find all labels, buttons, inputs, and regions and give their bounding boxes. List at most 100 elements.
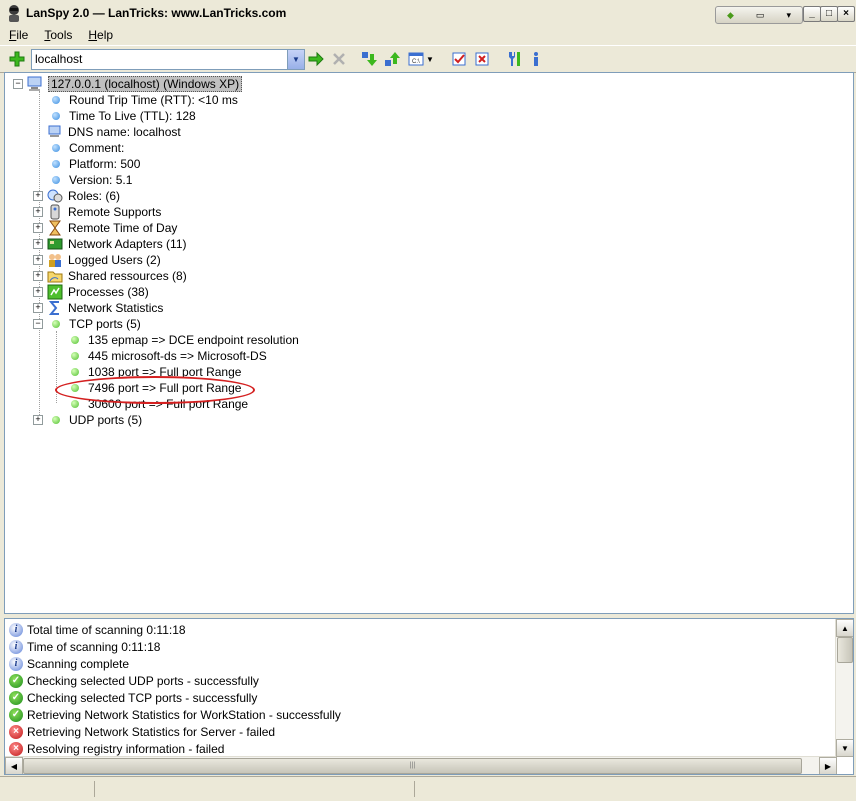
- import-icon[interactable]: [360, 50, 378, 68]
- svg-text:C:\: C:\: [412, 59, 420, 65]
- tcp-port-item[interactable]: 1038 port => Full port Range: [71, 364, 241, 380]
- scroll-thumb[interactable]: |||: [23, 758, 802, 774]
- tree-group-shared-resources[interactable]: Shared ressources (8): [47, 268, 187, 284]
- success-check-icon: ✓: [9, 690, 23, 705]
- status-dot-icon: [52, 320, 60, 328]
- export-icon[interactable]: [383, 50, 401, 68]
- tcp-port-item[interactable]: 30600 port => Full port Range: [71, 396, 248, 412]
- log-entry: ✓ Checking selected UDP ports - successfu…: [9, 672, 259, 689]
- maximize-button[interactable]: □: [820, 6, 838, 22]
- tree-group-network-adapters[interactable]: Network Adapters (11): [47, 236, 187, 252]
- tree-group-time-of-day[interactable]: Remote Time of Day: [47, 220, 177, 236]
- address-combo[interactable]: localhost ▼: [31, 49, 305, 70]
- tree-leaf[interactable]: Comment:: [52, 140, 124, 156]
- add-host-icon[interactable]: [8, 50, 26, 68]
- close-button[interactable]: ×: [837, 6, 855, 22]
- stop-icon[interactable]: [330, 50, 348, 68]
- tree-group-tcp-ports[interactable]: TCP ports (5): [52, 316, 141, 332]
- menu-tools[interactable]: Tools: [35, 28, 79, 42]
- remote-icon: [47, 204, 63, 220]
- tools-icon[interactable]: [505, 50, 523, 68]
- root-collapse-icon[interactable]: −: [13, 79, 23, 89]
- host-tree[interactable]: − 127.0.0.1 (localhost) (Windows XP) Rou…: [4, 72, 854, 614]
- tree-leaf[interactable]: DNS name: localhost: [47, 124, 181, 140]
- success-check-icon: ✓: [9, 707, 23, 722]
- scroll-up-icon[interactable]: ▲: [836, 619, 853, 637]
- toolbar: localhost ▼ C:\ ▼: [0, 45, 856, 73]
- tree-group-logged-users[interactable]: Logged Users (2): [47, 252, 161, 268]
- tree-group-remote-supports[interactable]: Remote Supports: [47, 204, 161, 220]
- deselect-all-icon[interactable]: [473, 50, 491, 68]
- tree-leaf[interactable]: Time To Live (TTL): 128: [52, 108, 196, 124]
- status-dot-icon: [71, 352, 79, 360]
- scroll-right-icon[interactable]: ▶: [819, 757, 837, 774]
- tcp-port-item[interactable]: 445 microsoft-ds => Microsoft-DS: [71, 348, 267, 364]
- error-x-icon: ×: [9, 741, 23, 756]
- status-separator: [94, 781, 95, 797]
- info-icon: i: [9, 622, 23, 637]
- expand-icon[interactable]: +: [33, 303, 43, 313]
- titlebar-extra-buttons[interactable]: ◆ ▭ ▾: [715, 6, 803, 24]
- users-icon: [47, 252, 63, 268]
- info-icon: i: [9, 639, 23, 654]
- log-entry: i Total time of scanning 0:11:18: [9, 621, 186, 638]
- options-dropdown-icon[interactable]: ▼: [425, 50, 435, 68]
- tcp-port-item[interactable]: 135 epmap => DCE endpoint resolution: [71, 332, 299, 348]
- status-dot-icon: [52, 160, 60, 168]
- go-icon[interactable]: [307, 50, 325, 68]
- window-title: LanSpy 2.0 — LanTricks: www.LanTricks.co…: [26, 6, 287, 20]
- root-label: 127.0.0.1 (localhost) (Windows XP): [48, 76, 243, 92]
- shared-folder-icon: [47, 268, 63, 284]
- info-icon: i: [9, 656, 23, 671]
- status-dot-icon: [71, 368, 79, 376]
- status-dot-icon: [52, 112, 60, 120]
- log-entry: i Time of scanning 0:11:18: [9, 638, 160, 655]
- address-dropdown-icon[interactable]: ▼: [287, 50, 304, 69]
- window-menu-icon[interactable]: ▾: [786, 10, 791, 21]
- expand-icon[interactable]: +: [33, 239, 43, 249]
- tree-root[interactable]: 127.0.0.1 (localhost) (Windows XP): [27, 76, 243, 92]
- status-dot-icon: [52, 176, 60, 184]
- tree-leaf[interactable]: Round Trip Time (RTT): <10 ms: [52, 92, 238, 108]
- log-vertical-scrollbar[interactable]: ▲ ▼: [835, 619, 853, 757]
- select-all-icon[interactable]: [450, 50, 468, 68]
- expand-icon[interactable]: +: [33, 415, 43, 425]
- scroll-thumb[interactable]: [837, 637, 853, 663]
- minimize-button[interactable]: _: [803, 6, 821, 22]
- collapse-icon[interactable]: −: [33, 319, 43, 329]
- scroll-down-icon[interactable]: ▼: [836, 739, 853, 757]
- expand-icon[interactable]: +: [33, 271, 43, 281]
- log-entry: × Resolving registry information - failed: [9, 740, 224, 757]
- log-entry: × Retrieving Network Statistics for Serve…: [9, 723, 275, 740]
- menu-help[interactable]: Help: [79, 28, 120, 42]
- expand-icon[interactable]: +: [33, 223, 43, 233]
- tree-leaf[interactable]: Platform: 500: [52, 156, 140, 172]
- computer-icon: [47, 124, 63, 140]
- info-icon[interactable]: [527, 50, 545, 68]
- status-separator: [414, 781, 415, 797]
- network-adapter-icon: [47, 236, 63, 252]
- log-panel[interactable]: i Total time of scanning 0:11:18 i Time of…: [4, 618, 854, 775]
- log-entry: i Scanning complete: [9, 655, 129, 672]
- expand-icon[interactable]: +: [33, 287, 43, 297]
- scroll-left-icon[interactable]: ◀: [5, 757, 23, 774]
- tree-group-udp-ports[interactable]: UDP ports (5): [52, 412, 142, 428]
- tcp-port-item[interactable]: 7496 port => Full port Range: [71, 380, 241, 396]
- success-check-icon: ✓: [9, 673, 23, 688]
- tree-group-network-statistics[interactable]: Network Statistics: [47, 300, 163, 316]
- address-input[interactable]: localhost: [35, 52, 82, 66]
- expand-icon[interactable]: +: [33, 255, 43, 265]
- tree-group-roles[interactable]: Roles: (6): [47, 188, 120, 204]
- menu-file[interactable]: File: [0, 28, 35, 42]
- tree-leaf[interactable]: Version: 5.1: [52, 172, 132, 188]
- nvidia-icon[interactable]: ◆: [727, 10, 734, 21]
- expand-icon[interactable]: +: [33, 191, 43, 201]
- window-layout-icon[interactable]: ▭: [756, 10, 765, 21]
- options-icon[interactable]: C:\: [407, 50, 425, 68]
- log-horizontal-scrollbar[interactable]: ◀ ||| ▶: [5, 756, 837, 774]
- expand-icon[interactable]: +: [33, 207, 43, 217]
- log-entry: ✓ Retrieving Network Statistics for WorkS…: [9, 706, 341, 723]
- tree-group-processes[interactable]: Processes (38): [47, 284, 149, 300]
- hourglass-icon: [47, 220, 63, 236]
- status-dot-icon: [52, 96, 60, 104]
